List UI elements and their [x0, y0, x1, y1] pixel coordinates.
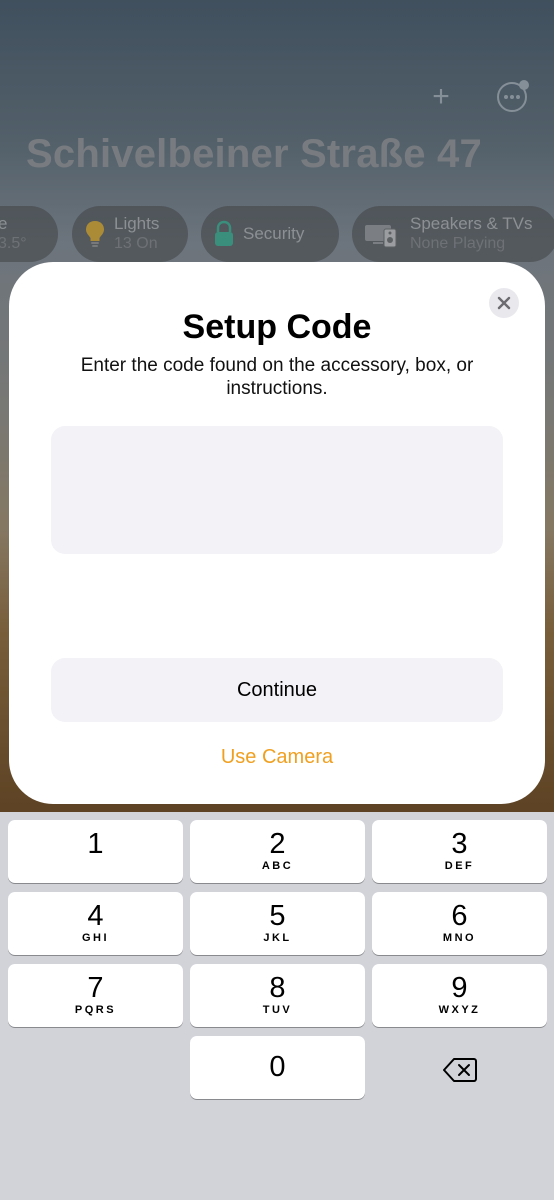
- key-2[interactable]: 2 ABC: [190, 820, 365, 883]
- sheet-subtitle: Enter the code found on the accessory, b…: [80, 355, 474, 399]
- key-3-letters: DEF: [444, 860, 475, 872]
- key-3-number: 3: [451, 828, 468, 860]
- key-0[interactable]: 0: [190, 1036, 365, 1099]
- key-7[interactable]: 7 PQRS: [8, 964, 183, 1027]
- backspace-icon: [442, 1057, 477, 1082]
- continue-button[interactable]: Continue: [51, 658, 503, 722]
- key-3[interactable]: 3 DEF: [372, 820, 547, 883]
- use-camera-button[interactable]: Use Camera: [9, 746, 545, 769]
- key-0-number: 0: [269, 1051, 286, 1083]
- key-5[interactable]: 5 JKL: [190, 892, 365, 955]
- key-6[interactable]: 6 MNO: [372, 892, 547, 955]
- numeric-keypad: 1 2 ABC 3 DEF 4 GHI 5 JKL 6 MNO 7 PQRS 8…: [0, 812, 554, 1200]
- setup-code-field[interactable]: [51, 426, 503, 554]
- key-9[interactable]: 9 WXYZ: [372, 964, 547, 1027]
- key-5-number: 5: [269, 900, 286, 932]
- key-9-letters: WXYZ: [438, 1004, 481, 1016]
- key-2-number: 2: [269, 828, 286, 860]
- key-4[interactable]: 4 GHI: [8, 892, 183, 955]
- key-6-letters: MNO: [442, 932, 477, 944]
- setup-code-sheet: Setup Code Enter the code found on the a…: [9, 262, 545, 804]
- key-8[interactable]: 8 TUV: [190, 964, 365, 1027]
- key-8-letters: TUV: [262, 1004, 293, 1016]
- key-5-letters: JKL: [263, 932, 292, 944]
- key-7-letters: PQRS: [74, 1004, 117, 1016]
- backspace-key[interactable]: [372, 1038, 547, 1101]
- key-8-number: 8: [269, 972, 286, 1004]
- key-1[interactable]: 1: [8, 820, 183, 883]
- key-4-letters: GHI: [81, 932, 110, 944]
- key-7-number: 7: [87, 972, 104, 1004]
- key-1-number: 1: [87, 828, 104, 860]
- key-9-number: 9: [451, 972, 468, 1004]
- key-2-letters: ABC: [261, 860, 294, 872]
- sheet-title: Setup Code: [182, 308, 372, 346]
- key-6-number: 6: [451, 900, 468, 932]
- key-4-number: 4: [87, 900, 104, 932]
